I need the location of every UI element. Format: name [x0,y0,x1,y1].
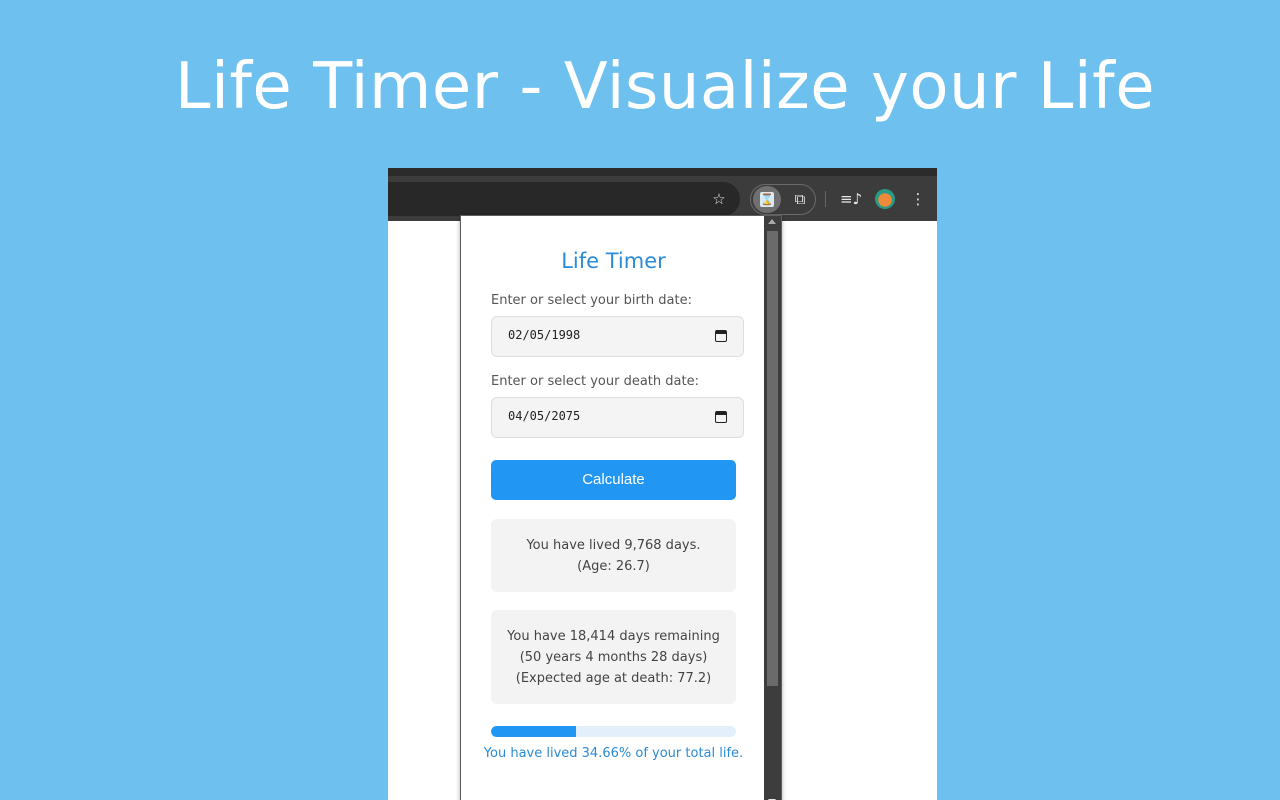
life-progress-bar [491,726,736,737]
profile-avatar[interactable] [875,189,895,209]
scrollbar-thumb[interactable] [767,231,778,686]
tab-strip [388,168,937,176]
remaining-breakdown-text: (50 years 4 months 28 days) [519,650,708,665]
browser-window: ☆ ⌛ ⧉ ≡♪ ⋮ Life Timer Enter or select yo… [388,168,937,800]
scroll-up-arrow-icon[interactable] [768,219,776,224]
toolbar-divider [825,191,826,207]
birth-date-value: 02/05/1998 [508,328,581,342]
life-timer-extension-button[interactable]: ⌛ [753,186,781,213]
hero-title: Life Timer - Visualize your Life [174,50,1156,124]
calendar-icon[interactable] [715,330,727,342]
kebab-menu-icon[interactable]: ⋮ [908,189,928,209]
app-title: Life Timer [561,249,666,273]
remaining-result-box: You have 18,414 days remaining (50 years… [491,610,736,704]
age-text: (Age: 26.7) [577,559,650,574]
birth-date-label: Enter or select your birth date: [491,293,692,308]
browser-toolbar: ☆ ⌛ ⧉ ≡♪ ⋮ [388,168,937,221]
hourglass-icon: ⌛ [760,192,774,207]
progress-label: You have lived 34.66% of your total life… [483,746,744,761]
puzzle-icon[interactable]: ⧉ [789,189,811,209]
death-date-input[interactable]: 04/05/2075 [491,397,744,438]
lived-result-box: You have lived 9,768 days. (Age: 26.7) [491,519,736,592]
calendar-icon[interactable] [715,411,727,423]
life-progress-fill [491,726,576,737]
popup-scrollbar[interactable] [764,216,781,800]
death-date-label: Enter or select your death date: [491,374,699,389]
remaining-days-text: You have 18,414 days remaining [507,629,720,644]
lived-days-text: You have lived 9,768 days. [526,538,701,553]
calculate-button[interactable]: Calculate [491,460,736,500]
star-icon[interactable]: ☆ [708,189,730,209]
extension-popup: Life Timer Enter or select your birth da… [460,215,782,800]
media-control-icon[interactable]: ≡♪ [840,189,862,209]
death-date-value: 04/05/2075 [508,409,581,423]
expected-age-text: (Expected age at death: 77.2) [515,671,712,686]
birth-date-input[interactable]: 02/05/1998 [491,316,744,357]
address-bar[interactable] [388,182,740,216]
